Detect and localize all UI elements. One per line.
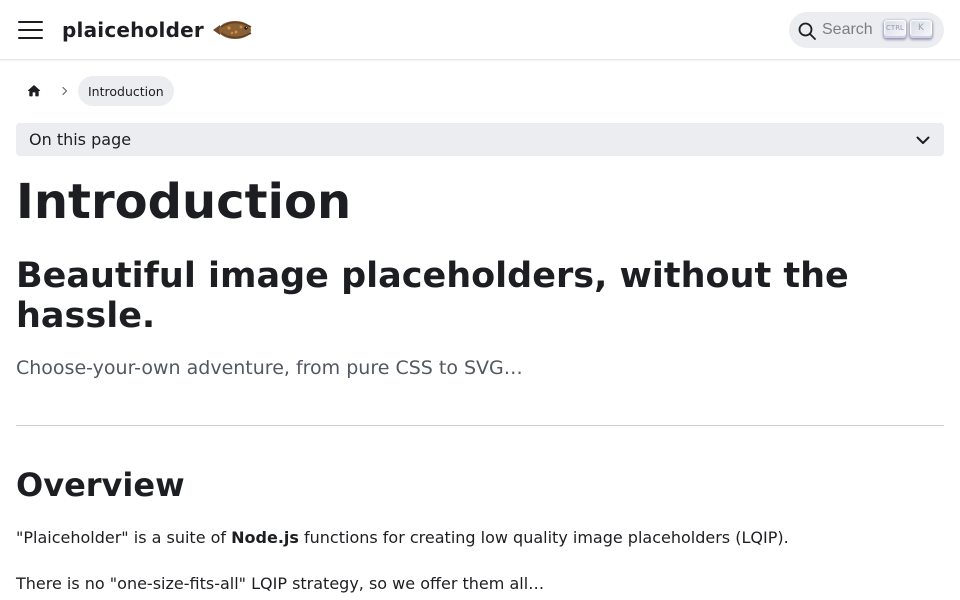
- chevron-down-icon: [916, 136, 930, 144]
- brand-title: plaiceholder: [62, 18, 204, 42]
- paragraph-1-text-start: "Plaiceholder" is a suite of: [16, 528, 232, 547]
- search-icon: [798, 22, 816, 40]
- paragraph-1-text-end: functions for creating low quality image…: [298, 528, 789, 547]
- shortcut-ctrl-key: CTRL: [884, 20, 906, 38]
- hamburger-menu-icon[interactable]: [17, 19, 45, 41]
- breadcrumb-home-link[interactable]: [16, 75, 52, 107]
- brand-link[interactable]: plaiceholder: [62, 14, 255, 46]
- toc-label: On this page: [29, 130, 132, 149]
- nodejs-bold-text: Node.js: [231, 528, 299, 547]
- plaice-fish-logo-icon: [212, 21, 252, 39]
- overview-paragraph-2: There is no "one-size-fits-all" LQIP str…: [16, 574, 545, 593]
- overview-paragraph-1: "Plaiceholder" is a suite of Node.js fun…: [16, 526, 789, 550]
- breadcrumb: Introduction: [16, 75, 174, 107]
- breadcrumb-current[interactable]: Introduction: [78, 76, 174, 106]
- on-this-page-toggle[interactable]: On this page: [16, 123, 944, 156]
- hero-subtitle: Choose-your-own adventure, from pure CSS…: [16, 357, 523, 379]
- search-label: Search: [822, 21, 873, 38]
- overview-heading: Overview: [16, 466, 185, 504]
- search-button[interactable]: Search CTRL K: [789, 12, 944, 48]
- home-icon: [27, 85, 41, 97]
- section-divider: [16, 425, 944, 426]
- hero-heading: Beautiful image placeholders, without th…: [16, 256, 849, 336]
- navbar: plaiceholder Search CTRL K: [0, 0, 960, 60]
- shortcut-k-key: K: [910, 20, 932, 38]
- chevron-right-icon: [52, 86, 78, 96]
- page-title: Introduction: [16, 174, 352, 230]
